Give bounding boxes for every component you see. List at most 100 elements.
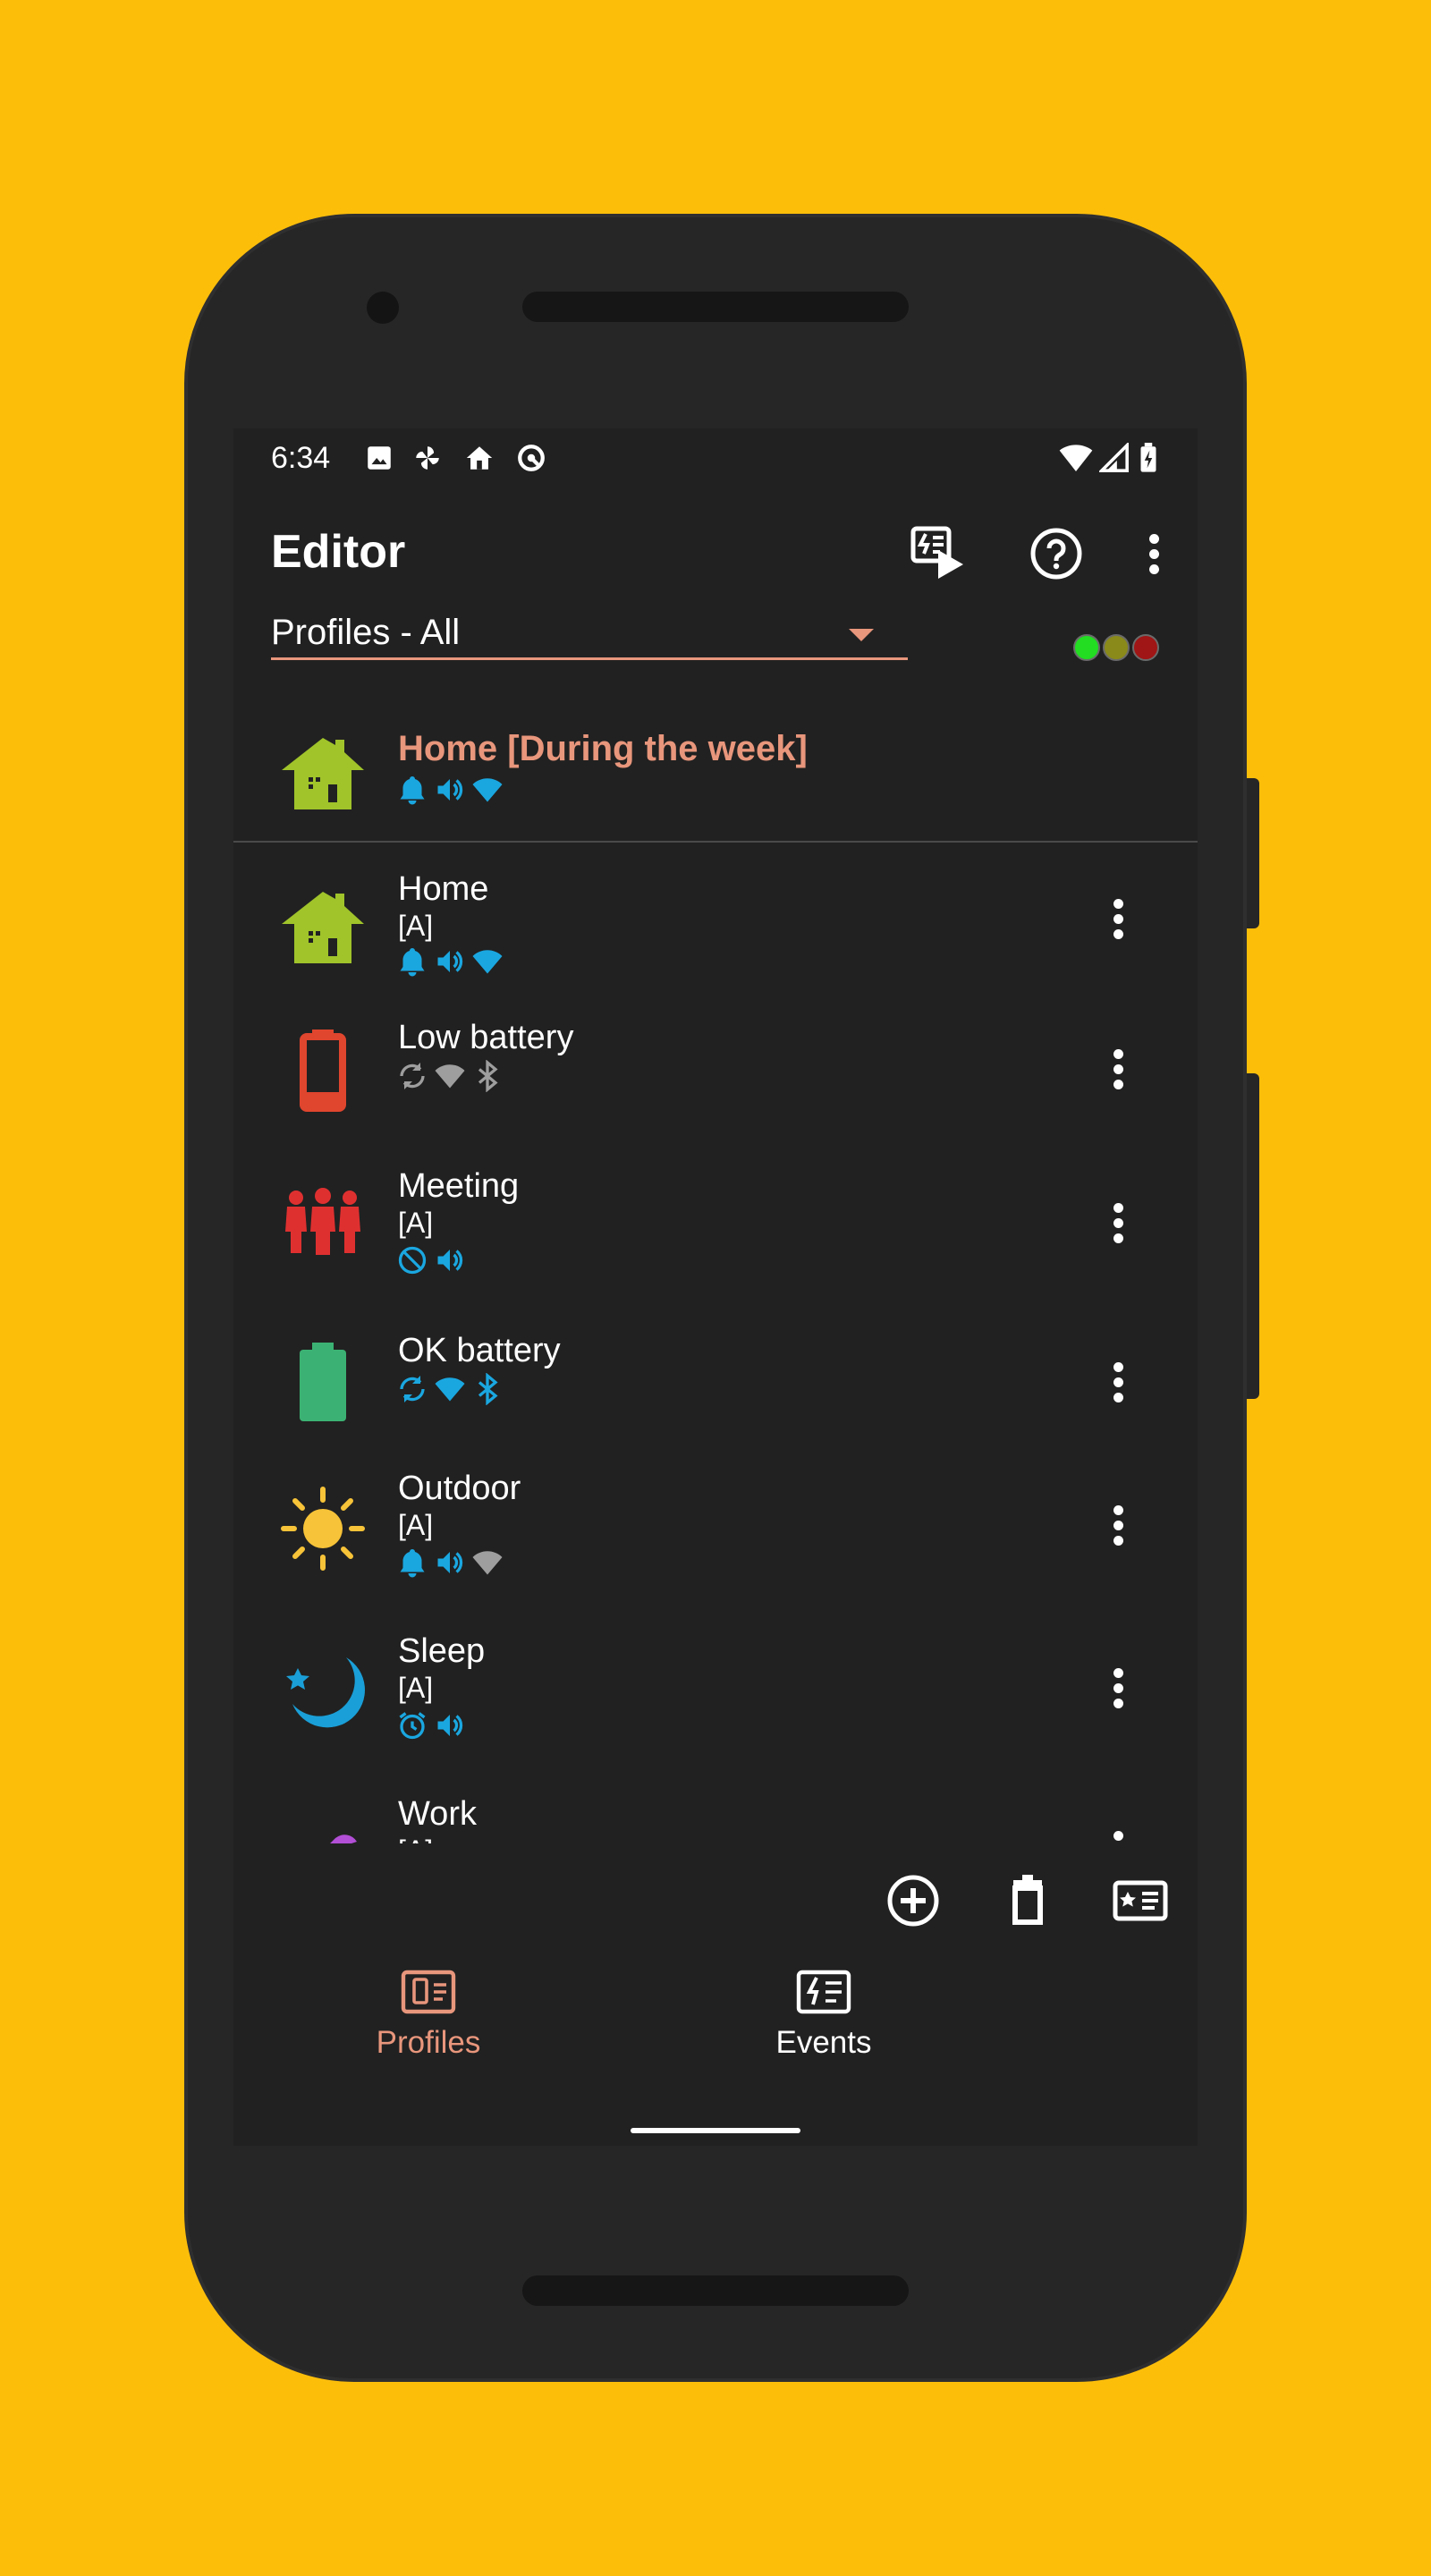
profile-menu-button[interactable] [1096,1826,1140,1843]
active-profile-name: Home [During the week] [398,729,808,768]
profile-card-icon [1113,1880,1168,1921]
profile-menu-button[interactable] [1096,1357,1140,1419]
status-bar: 6:34 [233,428,1198,487]
profile-row-outdoor[interactable]: Outdoor [A] [233,1470,1198,1622]
wifi-profile-icon [435,1064,465,1089]
status-dot-green [1073,634,1100,661]
profile-menu-button[interactable] [1096,894,1140,956]
image-icon [368,446,391,470]
help-icon [1030,528,1082,580]
dropdown-arrow-icon [849,629,874,641]
house-icon [282,738,364,809]
status-time: 6:34 [271,441,331,475]
wifi-profile-icon [472,950,503,974]
home-status-icon [466,446,493,470]
profile-name: Sleep [398,1632,486,1670]
profiles-filter-dropdown[interactable]: Profiles - All [271,613,908,660]
default-profile-button[interactable] [1105,1865,1176,1936]
nav-events[interactable]: Events [716,1969,931,2061]
add-circle-icon [887,1875,939,1927]
profile-indicators [396,1060,504,1092]
bell-icon [400,948,425,977]
active-profile-divider [233,841,1198,843]
do-not-disturb-icon [398,1246,427,1275]
bottom-bar: Profiles Events [233,1843,1198,2146]
overflow-menu-button[interactable] [1128,518,1181,589]
volume-icon [437,1715,463,1736]
wifi-profile-icon [472,778,503,802]
sun-icon [281,1487,365,1571]
active-profile[interactable]: Home [During the week] [233,716,1198,851]
profile-indicators [396,1244,466,1276]
profile-activation-tag: [A] [398,1835,433,1843]
profile-menu-button[interactable] [1096,1044,1140,1106]
screen: 6:34 Editor Profiles - All Home [During … [233,428,1198,2146]
alarm-icon [399,1712,426,1740]
events-nav-icon [796,1970,851,2014]
run-event-button[interactable] [902,518,974,589]
work-icon [330,1835,357,1843]
battery-low-icon [300,1030,346,1112]
house-icon [282,892,364,963]
wifi-icon [1059,445,1093,471]
profile-activation-tag: [A] [398,1509,434,1541]
profile-row-meeting[interactable]: Meeting [A] [233,1167,1198,1319]
profile-indicators [396,1546,504,1579]
profile-indicators [396,1709,466,1741]
add-profile-button[interactable] [877,1865,949,1936]
wifi-profile-icon [435,1377,465,1402]
event-run-icon [910,526,963,579]
sync-icon [400,1376,425,1402]
volume-button [1247,1073,1259,1399]
profile-menu-button[interactable] [1096,1500,1140,1563]
profile-indicators [396,945,504,978]
bluetooth-icon [478,1060,498,1092]
battery-charging-icon [1140,443,1156,472]
profile-activation-tag: [A] [398,1672,434,1704]
profile-name: Meeting [398,1167,520,1205]
profile-row-sleep[interactable]: Sleep [A] [233,1632,1198,1784]
filter-selected-label: Profiles - All [271,613,461,652]
profile-menu-button[interactable] [1096,1663,1140,1725]
nav-profiles-label: Profiles [376,2025,481,2060]
volume-icon [437,1250,463,1271]
profile-name: Low battery [398,1019,574,1056]
profiles-nav-icon [401,1970,456,2014]
profile-name: OK battery [398,1332,561,1369]
delete-profiles-button[interactable] [992,1865,1063,1936]
nav-events-label: Events [775,2025,872,2060]
pinwheel-icon [416,446,439,470]
volume-icon [437,1552,463,1573]
profile-activation-tag: [A] [398,1207,434,1239]
profile-row-low-battery[interactable]: Low battery [233,1019,1198,1171]
home-indicator[interactable] [631,2128,800,2133]
profile-name: Work [398,1795,477,1833]
top-speaker [522,292,909,322]
front-camera [367,292,399,324]
sync-status-icon [518,445,545,471]
bell-icon [400,776,425,805]
profile-row-work[interactable]: Work [A] [233,1795,1198,1843]
bluetooth-icon [478,1373,498,1405]
wifi-profile-icon [472,1551,503,1575]
people-icon [285,1188,360,1255]
profile-activation-tag: [A] [398,910,434,942]
status-dot-yellow [1103,634,1130,661]
bottom-speaker [522,2275,909,2306]
battery-full-icon [300,1343,346,1421]
profile-row-ok-battery[interactable]: OK battery [233,1332,1198,1484]
help-button[interactable] [1020,518,1092,589]
moon-icon [286,1657,365,1728]
profile-row-home[interactable]: Home [A] [233,854,1198,1006]
status-dot-red [1132,634,1159,661]
sync-icon [400,1063,425,1089]
profile-name: Outdoor [398,1470,521,1507]
power-button [1247,778,1259,928]
volume-icon [437,951,463,972]
delete-icon [1012,1875,1043,1925]
nav-profiles[interactable]: Profiles [321,1969,536,2061]
more-vert-icon [1149,534,1159,574]
volume-icon [437,779,463,801]
active-profile-indicators [396,774,504,806]
profile-menu-button[interactable] [1096,1198,1140,1260]
